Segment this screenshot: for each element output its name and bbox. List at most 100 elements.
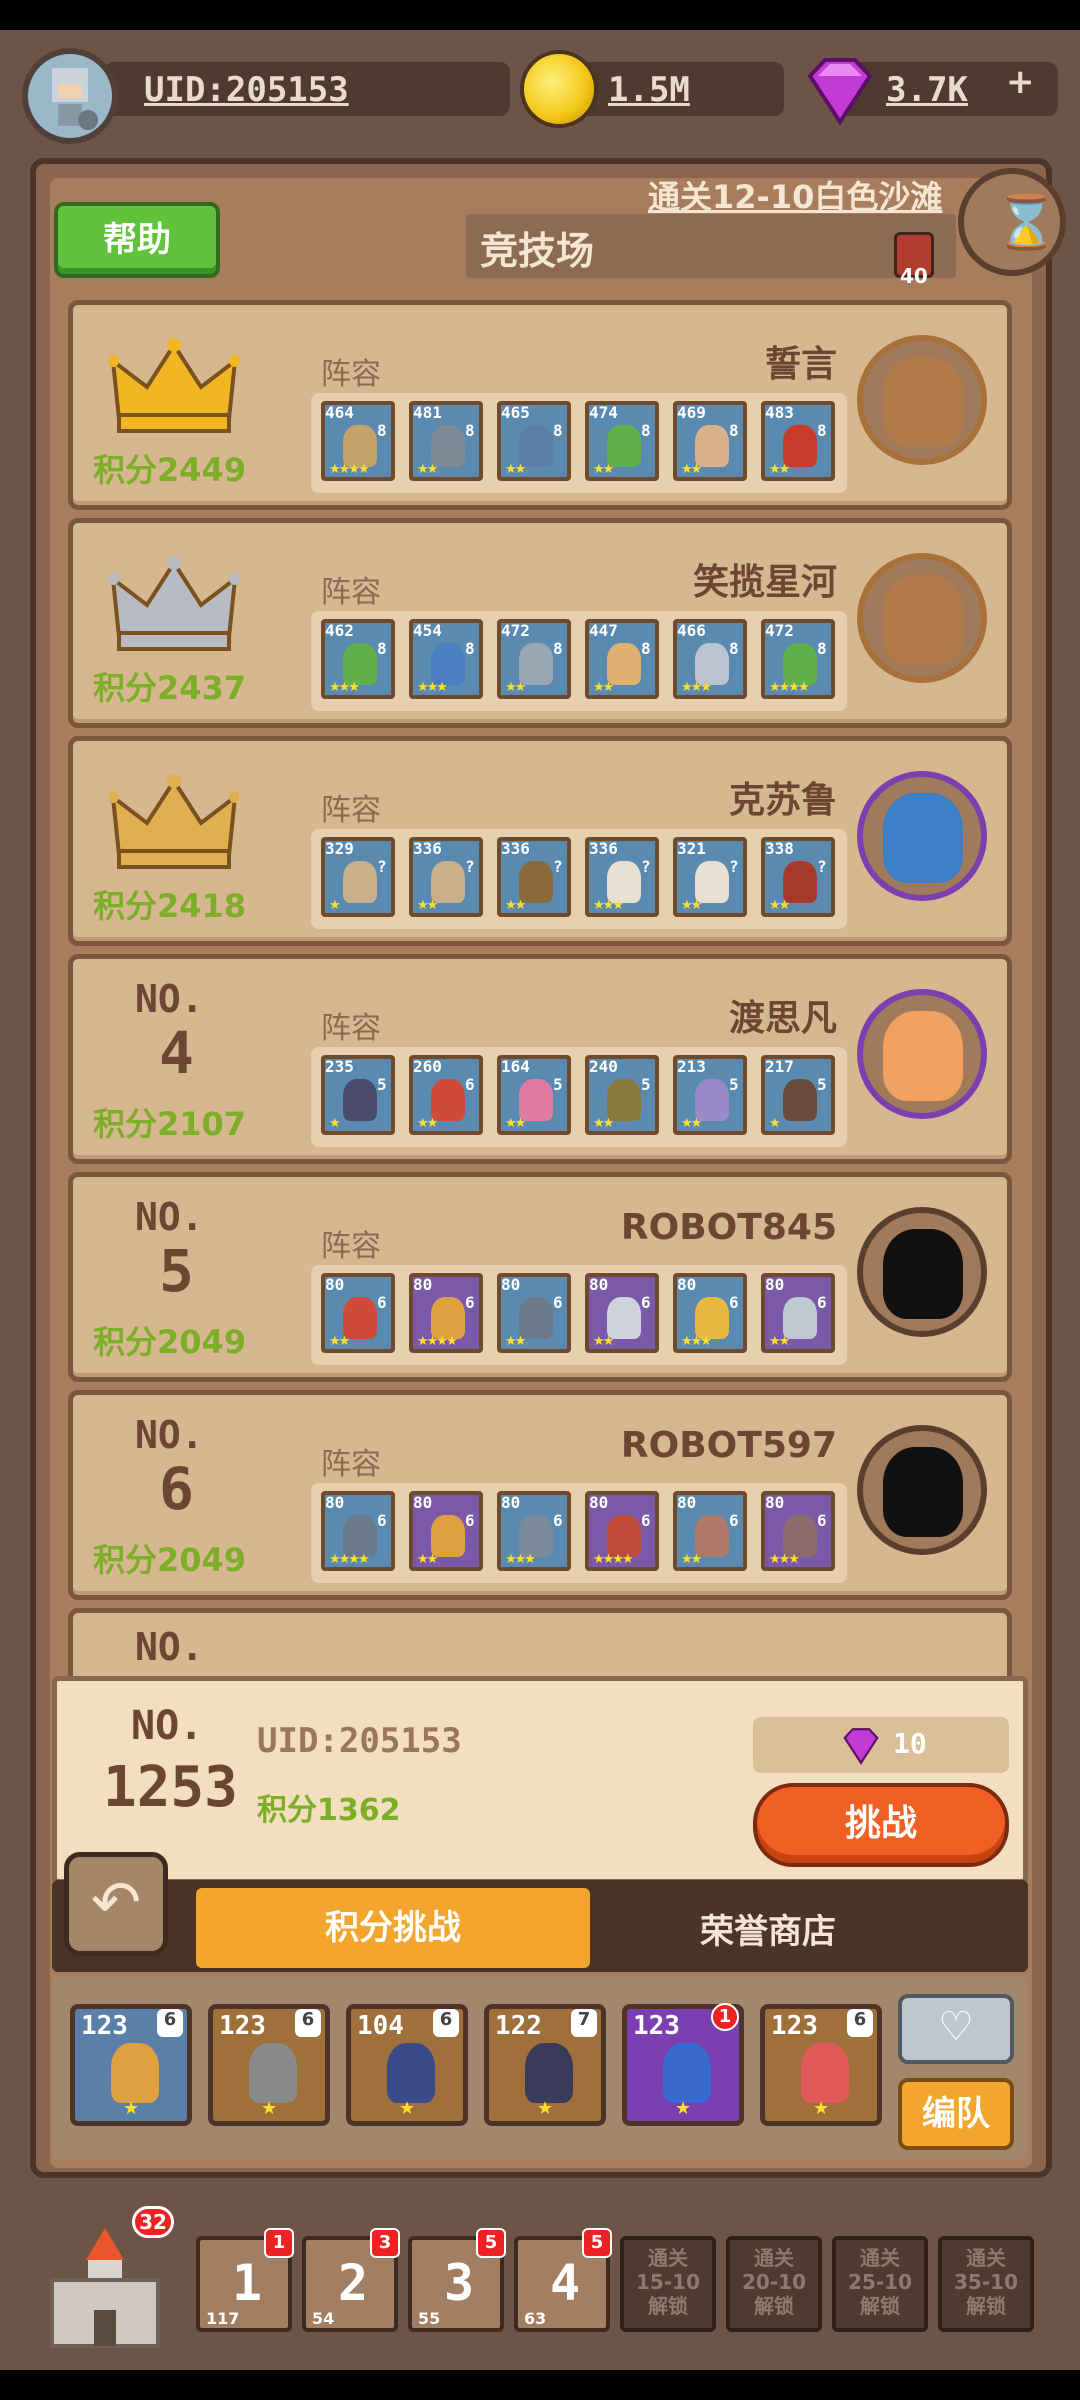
lineup-unit[interactable]: 472 8 ★★★★ xyxy=(761,619,835,699)
lineup-unit[interactable]: 80 6 ★★ xyxy=(497,1273,571,1353)
lineup-unit[interactable]: 80 6 ★★ xyxy=(409,1491,483,1571)
stage-slot-4[interactable]: 4 5 63 xyxy=(514,2228,612,2332)
lineup-unit[interactable]: 464 8 ★★★★ xyxy=(321,401,395,481)
locked-line-1: 通关 xyxy=(648,2246,688,2270)
locked-stage-slot[interactable]: 通关 25-10 解锁 xyxy=(832,2236,928,2332)
lineup-unit[interactable]: 217 5 ★ xyxy=(761,1055,835,1135)
ranking-row[interactable]: NO. xyxy=(68,1608,1012,1680)
hourglass-button[interactable]: ⌛ xyxy=(958,168,1066,276)
player-avatar[interactable] xyxy=(22,48,118,144)
unit-stars: ★★★ xyxy=(593,898,624,913)
lineup-unit[interactable]: 80 6 ★★★ xyxy=(761,1491,835,1571)
lineup-unit[interactable]: 260 6 ★★ xyxy=(409,1055,483,1135)
lineup-unit[interactable]: 329 ? ★ xyxy=(321,837,395,917)
lineup-unit[interactable]: 338 ? ★★ xyxy=(761,837,835,917)
lineup-unit[interactable]: 483 8 ★★ xyxy=(761,401,835,481)
lineup-unit[interactable]: 336 ? ★★ xyxy=(409,837,483,917)
unit-level: 80 xyxy=(765,1493,785,1512)
opponent-avatar[interactable] xyxy=(857,1207,987,1337)
lineup-unit[interactable]: 80 6 ★★★ xyxy=(673,1273,747,1353)
unlock-condition-link[interactable]: 通关12-10白色沙滩 xyxy=(648,172,942,218)
team-hero-slot[interactable]: 123 ★ 6 xyxy=(760,2004,882,2126)
lineup-unit[interactable]: 454 8 ★★★ xyxy=(409,619,483,699)
lineup-unit[interactable]: 240 5 ★★ xyxy=(585,1055,659,1135)
unit-level: 80 xyxy=(501,1275,521,1294)
lineup-unit[interactable]: 481 8 ★★ xyxy=(409,401,483,481)
opponent-avatar[interactable] xyxy=(857,335,987,465)
lineup-unit[interactable]: 447 8 ★★ xyxy=(585,619,659,699)
ranking-row[interactable]: 积分2437 阵容 笑揽星河 462 8 ★★★ 454 8 ★★★ 472 8 … xyxy=(68,518,1012,728)
unit-portrait xyxy=(519,861,553,903)
lineup-unit[interactable]: 336 ? ★★★ xyxy=(585,837,659,917)
lineup-unit[interactable]: 213 5 ★★ xyxy=(673,1055,747,1135)
opponent-portrait xyxy=(883,1229,963,1319)
lineup-unit[interactable]: 336 ? ★★ xyxy=(497,837,571,917)
locked-stage-slot[interactable]: 通关 20-10 解锁 xyxy=(726,2236,822,2332)
unit-level: 213 xyxy=(677,1057,706,1076)
ranking-list[interactable]: 积分2449 阵容 誓言 464 8 ★★★★ 481 8 ★★ 465 8 ★★… xyxy=(52,300,1034,1680)
lineup-box: 329 ? ★ 336 ? ★★ 336 ? ★★ 336 ? ★★★ 321 xyxy=(311,829,847,929)
ranking-row[interactable]: 积分2449 阵容 誓言 464 8 ★★★★ 481 8 ★★ 465 8 ★★… xyxy=(68,300,1012,510)
lineup-unit[interactable]: 164 5 ★★ xyxy=(497,1055,571,1135)
locked-line-3: 解锁 xyxy=(754,2294,794,2318)
team-hero-slot[interactable]: 123 ★ 6 xyxy=(70,2004,192,2126)
tab-honor-shop[interactable]: 荣誉商店 xyxy=(700,1904,836,1953)
heart-button[interactable]: ♡ xyxy=(898,1994,1014,2064)
opponent-avatar[interactable] xyxy=(857,553,987,683)
lineup-unit[interactable]: 80 6 ★★ xyxy=(761,1273,835,1353)
stage-number: 3 xyxy=(444,2254,475,2312)
unit-portrait xyxy=(607,643,641,685)
team-hero-slot[interactable]: 122 ★ 7 xyxy=(484,2004,606,2126)
lineup-unit[interactable]: 472 8 ★★ xyxy=(497,619,571,699)
my-score: 积分1362 xyxy=(257,1793,401,1828)
lineup-unit[interactable]: 469 8 ★★ xyxy=(673,401,747,481)
locked-line-2: 15-10 xyxy=(636,2270,700,2294)
stage-slot-2[interactable]: 2 3 54 xyxy=(302,2228,400,2332)
lineup-unit[interactable]: 80 6 ★★★★ xyxy=(409,1273,483,1353)
edit-team-button[interactable]: 编队 xyxy=(898,2078,1014,2150)
lineup-unit[interactable]: 80 6 ★★★★ xyxy=(585,1491,659,1571)
uid-pill[interactable]: UID:205153 xyxy=(104,62,510,116)
back-button[interactable]: ↶ xyxy=(64,1852,168,1956)
ranking-row[interactable]: NO. 6 积分2049 阵容 ROBOT597 80 6 ★★★★ 80 6 ★★… xyxy=(68,1390,1012,1600)
player-name: 渡思凡 xyxy=(728,998,837,1039)
team-hero-slot[interactable]: 123 ★ 6 xyxy=(208,2004,330,2126)
ranking-row[interactable]: NO. 4 积分2107 阵容 渡思凡 235 5 ★ 260 6 ★★ 164 5… xyxy=(68,954,1012,1164)
team-hero-slot[interactable]: 123 ★ 1 xyxy=(622,2003,744,2126)
locked-stage-slot[interactable]: 通关 15-10 解锁 xyxy=(620,2236,716,2332)
lineup-unit[interactable]: 321 ? ★★ xyxy=(673,837,747,917)
opponent-avatar[interactable] xyxy=(857,771,987,901)
lineup-unit[interactable]: 80 6 ★★★ xyxy=(497,1491,571,1571)
unit-portrait xyxy=(431,861,465,903)
opponent-avatar[interactable] xyxy=(857,989,987,1119)
unit-portrait xyxy=(431,1297,465,1339)
lineup-unit[interactable]: 80 6 ★★ xyxy=(673,1491,747,1571)
lineup-label: 阵容 xyxy=(321,793,381,828)
lineup-unit[interactable]: 80 6 ★★★★ xyxy=(321,1491,395,1571)
castle-icon[interactable] xyxy=(46,2220,164,2350)
ranking-row[interactable]: NO. 5 积分2049 阵容 ROBOT845 80 6 ★★ 80 6 ★★★★… xyxy=(68,1172,1012,1382)
team-hero-slot[interactable]: 104 ★ 6 xyxy=(346,2004,468,2126)
lineup-unit[interactable]: 465 8 ★★ xyxy=(497,401,571,481)
lineup-unit[interactable]: 474 8 ★★ xyxy=(585,401,659,481)
lineup-label: 阵容 xyxy=(321,575,381,610)
lineup-unit[interactable]: 235 5 ★ xyxy=(321,1055,395,1135)
unit-level: 454 xyxy=(413,621,442,640)
lineup-unit[interactable]: 80 6 ★★ xyxy=(321,1273,395,1353)
stage-slot-1[interactable]: 1 1 117 xyxy=(196,2228,294,2332)
unit-rank: ? xyxy=(377,857,387,876)
help-button[interactable]: 帮助 xyxy=(54,202,220,278)
lineup-unit[interactable]: 80 6 ★★ xyxy=(585,1273,659,1353)
lineup-unit[interactable]: 462 8 ★★★ xyxy=(321,619,395,699)
opponent-avatar[interactable] xyxy=(857,1425,987,1555)
unit-rank: 8 xyxy=(641,639,651,658)
lineup-unit[interactable]: 466 8 ★★★ xyxy=(673,619,747,699)
unit-portrait xyxy=(695,861,729,903)
locked-stage-slot[interactable]: 通关 35-10 解锁 xyxy=(938,2236,1034,2332)
unit-level: 240 xyxy=(589,1057,618,1076)
add-gems-button[interactable]: + xyxy=(1006,62,1035,102)
ranking-row[interactable]: 积分2418 阵容 克苏鲁 329 ? ★ 336 ? ★★ 336 ? ★★ 3… xyxy=(68,736,1012,946)
challenge-button[interactable]: 挑战 xyxy=(753,1783,1009,1867)
tab-score-challenge[interactable]: 积分挑战 xyxy=(196,1888,590,1968)
stage-slot-3[interactable]: 3 5 55 xyxy=(408,2228,506,2332)
